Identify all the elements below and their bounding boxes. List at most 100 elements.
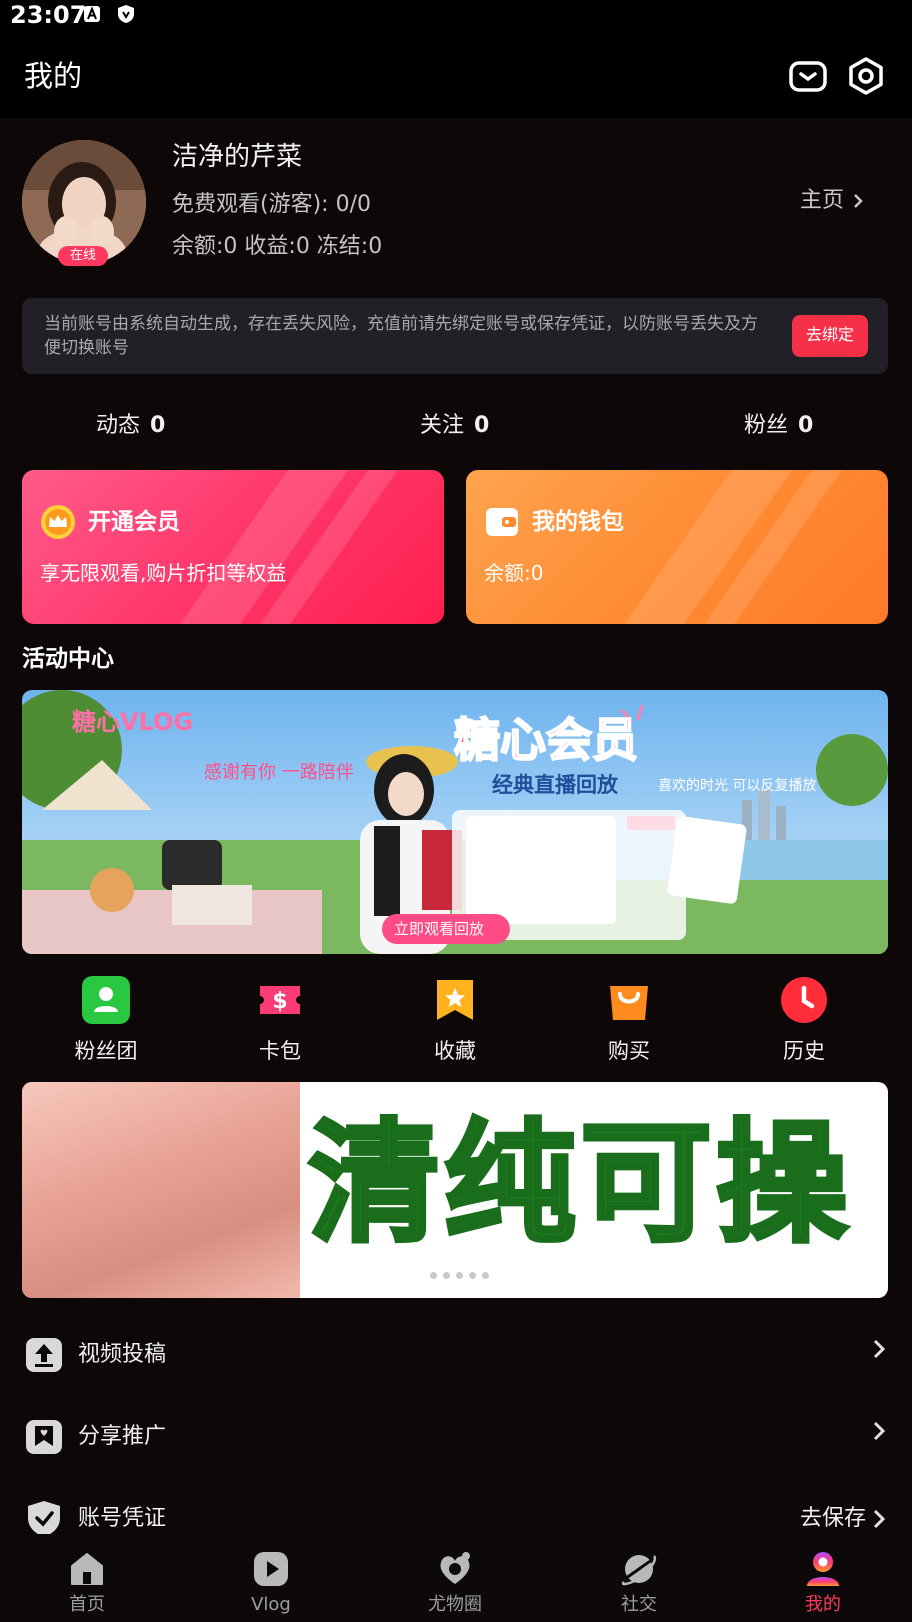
save-credential-link[interactable]: 去保存: [800, 1502, 866, 1536]
shield-status-icon: [118, 5, 134, 23]
vip-subtitle: 享无限观看,购片折扣等权益: [40, 561, 287, 585]
tab-label: 我的: [805, 1594, 841, 1615]
stat-fans[interactable]: 粉丝 0: [744, 404, 813, 448]
notice-text: 当前账号由系统自动生成，存在丢失风险，充值前请先绑定账号或保存凭证，以防账号丢失…: [44, 314, 758, 358]
stat-posts-label: 动态: [96, 413, 141, 438]
menu-label: 视频投稿: [78, 1342, 167, 1367]
planet-icon: [621, 1555, 657, 1586]
profile-section: 在线 洁净的芹菜 免费观看(游客): 0/0 余额:0 收益:0 冻结:0 主页: [0, 118, 912, 288]
stat-posts-value: 0: [150, 413, 166, 438]
quick-actions: 粉丝团 $ 卡包 收藏 购买 历史: [0, 970, 912, 1070]
banner-brand: 糖心VLOG: [72, 708, 193, 736]
profile-icon: [807, 1552, 839, 1586]
activity-center-title: 活动中心: [22, 646, 114, 672]
ad-banner-text: 清纯可操: [306, 1105, 852, 1263]
activity-banner[interactable]: 糖心VLOG 感谢有你 一路陪伴 糖心会员 经典直播回放 喜欢的时光 可以反复播…: [22, 690, 888, 954]
tab-home[interactable]: 首页: [27, 1534, 147, 1622]
homepage-link[interactable]: 主页: [800, 186, 864, 216]
tab-social[interactable]: 社交: [579, 1534, 699, 1622]
carousel-dot[interactable]: [482, 1272, 489, 1279]
quick-action-label: 历史: [783, 1039, 825, 1063]
tab-label: 社交: [621, 1594, 657, 1615]
tab-beauty-circle[interactable]: 尤物圈: [395, 1534, 515, 1622]
page-header: 我的: [0, 30, 912, 118]
stat-following-value: 0: [474, 413, 490, 438]
online-badge: 在线: [58, 246, 108, 266]
stat-following-label: 关注: [420, 413, 465, 438]
menu-item-video-upload[interactable]: 视频投稿: [0, 1318, 912, 1392]
menu-item-share-promotion[interactable]: 分享推广: [0, 1400, 912, 1474]
purchase-icon: [610, 986, 648, 1020]
chevron-right-icon: [873, 1421, 886, 1441]
wallet-balance: 余额:0: [484, 561, 544, 585]
carousel-dot[interactable]: [456, 1272, 463, 1279]
upload-icon: [26, 1338, 62, 1372]
history-icon: [781, 977, 827, 1023]
bottom-tab-bar: 首页 Vlog 尤物圈 社交 我的: [0, 1534, 912, 1622]
bind-account-notice: 当前账号由系统自动生成，存在丢失风险，充值前请先绑定账号或保存凭证，以防账号丢失…: [22, 298, 888, 374]
banner-side-text: 喜欢的时光 可以反复播放: [658, 777, 816, 794]
settings-icon[interactable]: [846, 56, 886, 96]
bind-account-button[interactable]: 去绑定: [792, 315, 868, 357]
chevron-right-icon: [854, 194, 863, 208]
quick-action-favorites[interactable]: 收藏: [395, 970, 515, 1070]
carousel-dot[interactable]: [469, 1272, 476, 1279]
svg-text:$: $: [272, 989, 287, 1014]
chevron-right-icon: [873, 1339, 886, 1359]
carousel-dots: [430, 1272, 489, 1282]
free-watch-count: 免费观看(游客): 0/0: [172, 192, 371, 217]
status-time: 23:07: [10, 1, 87, 29]
banner-thanks: 感谢有你 一路陪伴: [204, 762, 354, 783]
quick-action-label: 购买: [608, 1039, 650, 1063]
stat-following[interactable]: 关注 0: [420, 404, 489, 448]
menu-label: 账号凭证: [78, 1506, 167, 1531]
quick-action-history[interactable]: 历史: [744, 970, 864, 1070]
message-icon[interactable]: [788, 56, 828, 96]
carousel-dot[interactable]: [430, 1272, 437, 1279]
tab-label: 尤物圈: [428, 1594, 482, 1615]
crown-icon: [41, 505, 75, 539]
status-bar: 23:07: [0, 0, 912, 30]
tab-vlog[interactable]: Vlog: [211, 1534, 331, 1622]
page-title: 我的: [24, 59, 83, 93]
play-icon: [254, 1552, 288, 1586]
app-notification-icon: [84, 6, 100, 22]
menu-label: 分享推广: [78, 1424, 167, 1449]
stat-posts[interactable]: 动态 0: [96, 404, 165, 448]
vip-title: 开通会员: [88, 509, 180, 535]
vip-card[interactable]: 开通会员 享无限观看,购片折扣等权益: [22, 470, 444, 624]
tab-label: Vlog: [251, 1594, 291, 1615]
stats-row: 动态 0 关注 0 粉丝 0: [0, 404, 912, 448]
menu-right: 去保存: [800, 1502, 886, 1536]
fan-group-icon: [82, 976, 130, 1024]
stat-fans-label: 粉丝: [744, 413, 789, 438]
banner-subtitle: 经典直播回放: [492, 773, 619, 797]
wallet-card[interactable]: 我的钱包 余额:0: [466, 470, 888, 624]
activity-banner-image: 糖心VLOG 感谢有你 一路陪伴 糖心会员 经典直播回放 喜欢的时光 可以反复播…: [22, 690, 888, 954]
username: 洁净的芹菜: [172, 142, 303, 172]
shield-check-icon: [28, 1501, 60, 1537]
ad-image: [22, 1082, 300, 1298]
chevron-right-icon: [873, 1509, 886, 1529]
ad-banner[interactable]: 清纯可操: [22, 1082, 888, 1298]
stat-fans-value: 0: [798, 413, 814, 438]
menu-right: [872, 1420, 886, 1442]
wallet-icon: [486, 508, 518, 536]
tab-mine[interactable]: 我的: [763, 1534, 883, 1622]
menu-right: [872, 1338, 886, 1360]
quick-action-label: 收藏: [434, 1039, 476, 1063]
banner-title: 糖心会员: [454, 713, 638, 767]
quick-action-purchase[interactable]: 购买: [569, 970, 689, 1070]
wallet-title: 我的钱包: [532, 509, 624, 535]
homepage-label: 主页: [799, 188, 844, 213]
balance-summary: 余额:0 收益:0 冻结:0: [172, 234, 383, 259]
home-icon: [71, 1553, 103, 1585]
heart-circle-icon: [440, 1552, 470, 1584]
quick-action-label: 卡包: [259, 1039, 301, 1063]
tab-label: 首页: [69, 1594, 105, 1615]
carousel-dot[interactable]: [443, 1272, 450, 1279]
quick-action-card-pack[interactable]: $ 卡包: [220, 970, 340, 1070]
quick-action-fan-group[interactable]: 粉丝团: [46, 970, 166, 1070]
quick-action-label: 粉丝团: [74, 1039, 138, 1063]
card-pack-icon: $: [260, 986, 300, 1014]
